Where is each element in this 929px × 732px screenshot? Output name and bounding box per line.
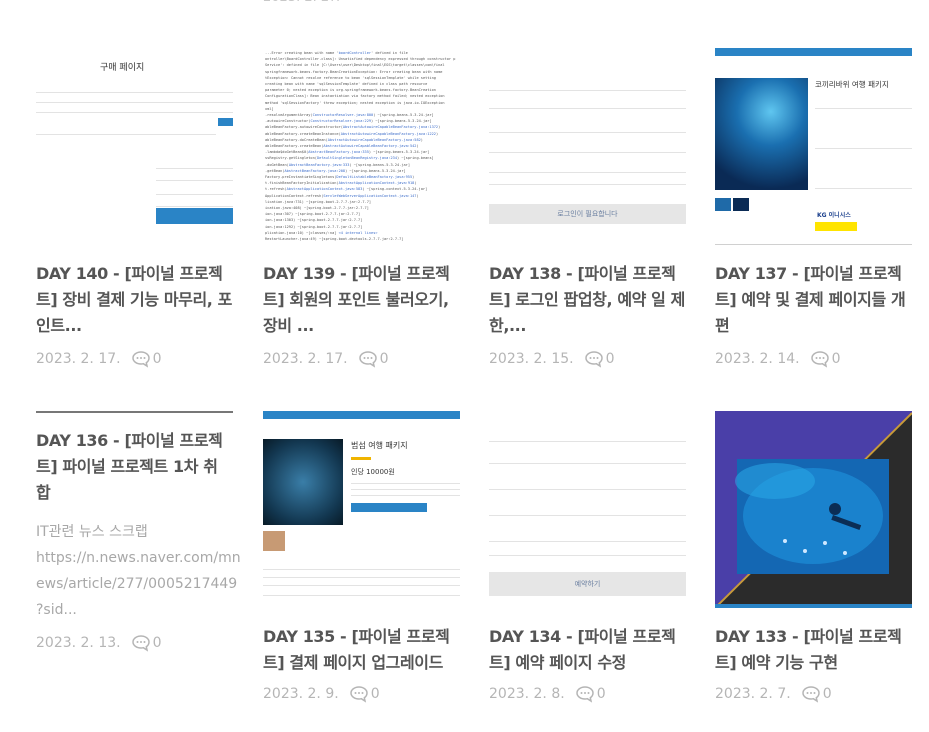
- post-title-line: DAY 135 - [파이널 프로젝: [263, 627, 450, 646]
- post-title-line: 인트...: [36, 316, 82, 335]
- post-title[interactable]: DAY 136 - [파이널 프로젝 트] 파이널 프로젝트 1차 취 합: [36, 428, 236, 506]
- comment-icon: [131, 634, 151, 652]
- post-meta: 2023. 2. 7. 0: [715, 684, 832, 704]
- post-title-line: 트] 장비 결제 기능 마무리, 포: [36, 290, 232, 309]
- post-thumbnail[interactable]: [715, 411, 912, 608]
- comment-count: 0: [370, 686, 380, 702]
- post-title-line: DAY 134 - [파이널 프로젝: [489, 627, 676, 646]
- post-summary-line: IT관련 뉴스 스크랩: [36, 524, 148, 540]
- thumb-diver-image: [715, 411, 912, 608]
- comment-count: 0: [152, 635, 162, 651]
- comment-icon: [131, 350, 151, 368]
- post-title-line: DAY 138 - [파이널 프로젝: [489, 264, 676, 283]
- post-title[interactable]: DAY 134 - [파이널 프로젝 트] 예약 페이지 수정: [489, 624, 689, 676]
- comment-count: 0: [379, 351, 389, 367]
- post-title[interactable]: DAY 138 - [파이널 프로젝 트] 로그인 팝업창, 예약 일 제 한,…: [489, 261, 689, 339]
- comment-icon: [584, 350, 604, 368]
- post-title[interactable]: DAY 135 - [파이널 프로젝 트] 결제 페이지 업그레이드: [263, 624, 463, 676]
- comment-count: 0: [152, 351, 162, 367]
- post-date: 2023. 2. 7.: [715, 686, 791, 702]
- post-meta: 2023. 2. 14. 0: [715, 349, 841, 369]
- comment-icon: [358, 350, 378, 368]
- post-meta: 2023. 2. 17. 0: [36, 349, 162, 369]
- thumb-lionfish-image: [263, 439, 343, 525]
- post-date: 2023. 2. 9.: [263, 686, 339, 702]
- thumb-login-button: 로그인이 필요합니다: [489, 204, 686, 224]
- post-meta: 2023. 2. 9. 0: [263, 684, 380, 704]
- post-summary-line: https://n.news.naver.com/mn: [36, 550, 241, 566]
- thumb-brand: KG 이니시스: [817, 212, 851, 219]
- post-meta: 2023. 2. 8. 0: [489, 684, 606, 704]
- post-title-line: 트] 로그인 팝업창, 예약 일 제: [489, 290, 685, 309]
- thumb-cave-image: [715, 78, 808, 190]
- post-title-line: 트] 예약 및 결제 페이지들 개: [715, 290, 906, 309]
- post-date: 2023. 2. 15.: [489, 351, 574, 367]
- post-title-line: 트] 예약 페이지 수정: [489, 653, 626, 672]
- thumb-heading: 구매 페이지: [100, 63, 145, 73]
- post-title-line: DAY 136 - [파이널 프로젝: [36, 431, 223, 450]
- thumb-heading: 범섬 여행 패키지: [351, 441, 408, 450]
- comment-count: 0: [831, 351, 841, 367]
- post-summary-line: ?sid...: [36, 602, 77, 618]
- post-title-line: DAY 133 - [파이널 프로젝: [715, 627, 902, 646]
- post-title-line: 장비 ...: [263, 316, 314, 335]
- post-thumbnail[interactable]: 범섬 여행 패키지 인당 10000원: [263, 411, 460, 608]
- post-title-line: 한,...: [489, 316, 527, 335]
- comment-count: 0: [605, 351, 615, 367]
- post-title-line: 편: [715, 316, 730, 335]
- post-thumbnail[interactable]: 구매 페이지: [36, 48, 233, 245]
- post-thumbnail[interactable]: ...Error creating bean with name 'boardC…: [263, 48, 460, 245]
- comment-count: 0: [596, 686, 606, 702]
- card-divider: [36, 411, 233, 413]
- post-date: 2023. 2. 13.: [36, 635, 121, 651]
- post-meta: 2023. 2. 17. 0: [263, 349, 389, 369]
- post-meta: 2023. 2. 13. 0: [36, 633, 162, 653]
- post-date: 2023. 2. 8.: [489, 686, 565, 702]
- post-thumbnail[interactable]: 로그인이 필요합니다: [489, 48, 686, 245]
- thumb-reserve-button: 예약하기: [489, 572, 686, 596]
- post-title[interactable]: DAY 137 - [파이널 프로젝 트] 예약 및 결제 페이지들 개 편: [715, 261, 915, 339]
- post-title-line: DAY 140 - [파이널 프로젝: [36, 264, 223, 283]
- post-title-line: 트] 결제 페이지 업그레이드: [263, 653, 443, 672]
- previous-row-meta-cutoff: 2023. 2. 2?.: [263, 0, 340, 5]
- comment-icon: [575, 685, 595, 703]
- post-title-line: 합: [36, 483, 51, 502]
- post-title-line: 트] 예약 기능 구현: [715, 653, 838, 672]
- post-summary: IT관련 뉴스 스크랩 https://n.news.naver.com/mn …: [36, 519, 241, 623]
- comment-count: 0: [822, 686, 832, 702]
- comment-icon: [810, 350, 830, 368]
- post-date: 2023. 2. 14.: [715, 351, 800, 367]
- post-thumbnail[interactable]: 예약하기: [489, 411, 686, 608]
- post-thumbnail[interactable]: 코끼리바위 여행 패키지 KG 이니시스: [715, 48, 912, 245]
- thumb-price: 인당 10000원: [351, 468, 395, 476]
- post-title-line: 트] 파이널 프로젝트 1차 취: [36, 457, 218, 476]
- post-summary-line: ews/article/277/0005217449: [36, 576, 238, 592]
- comment-icon: [349, 685, 369, 703]
- post-title[interactable]: DAY 133 - [파이널 프로젝 트] 예약 기능 구현: [715, 624, 915, 676]
- post-title-line: DAY 137 - [파이널 프로젝: [715, 264, 902, 283]
- post-title-line: 트] 회원의 포인트 불러오기,: [263, 290, 449, 309]
- post-meta: 2023. 2. 15. 0: [489, 349, 615, 369]
- post-date: 2023. 2. 17.: [263, 351, 348, 367]
- post-title[interactable]: DAY 139 - [파이널 프로젝 트] 회원의 포인트 불러오기, 장비 .…: [263, 261, 463, 339]
- code-screenshot: ...Error creating bean with name 'boardC…: [265, 51, 456, 242]
- thumb-reserve-button-label: 예약하기: [574, 580, 601, 588]
- thumb-heading: 코끼리바위 여행 패키지: [815, 80, 889, 89]
- post-title-line: DAY 139 - [파이널 프로젝: [263, 264, 450, 283]
- thumb-login-button-label: 로그인이 필요합니다: [557, 210, 618, 218]
- post-title[interactable]: DAY 140 - [파이널 프로젝 트] 장비 결제 기능 마무리, 포 인트…: [36, 261, 236, 339]
- post-date: 2023. 2. 17.: [36, 351, 121, 367]
- comment-icon: [801, 685, 821, 703]
